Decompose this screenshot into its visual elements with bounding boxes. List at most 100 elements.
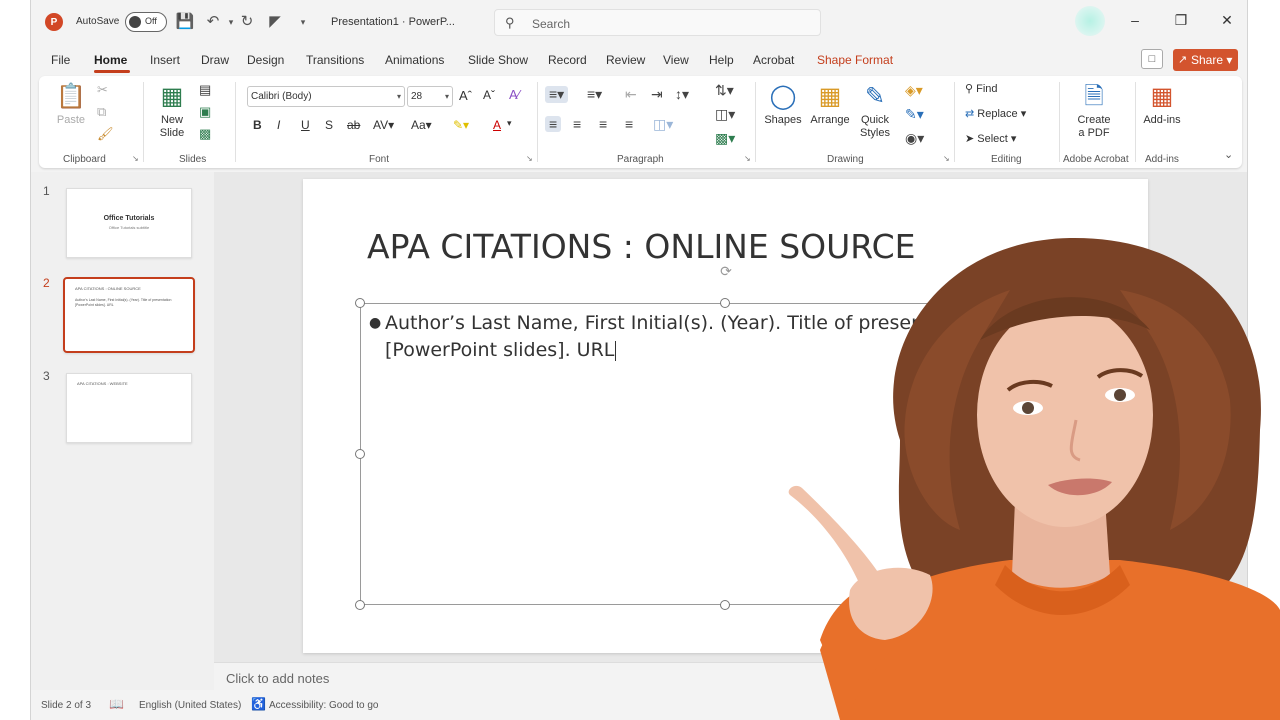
align-text-icon[interactable]: ◫▾ xyxy=(715,106,735,123)
comments-button[interactable]: □ xyxy=(1141,49,1163,69)
underline-icon[interactable]: U xyxy=(301,118,310,132)
align-right-icon[interactable]: ≡ xyxy=(599,116,607,132)
tab-review[interactable]: Review xyxy=(606,53,645,67)
resize-handle[interactable] xyxy=(355,449,365,459)
close-icon[interactable]: ✕ xyxy=(1215,12,1239,29)
paragraph-launcher-icon[interactable]: ↘ xyxy=(744,154,751,163)
replace-button[interactable]: ⇄ Replace ▾ xyxy=(965,107,1026,120)
strikethrough-icon[interactable]: ab xyxy=(347,118,360,132)
accessibility-icon[interactable]: ♿ xyxy=(251,697,266,711)
find-button[interactable]: ⚲ Find xyxy=(965,82,998,95)
arrange-button[interactable]: ▦ Arrange xyxy=(807,82,853,127)
accessibility-status[interactable]: Accessibility: Good to go xyxy=(269,700,379,711)
bold-icon[interactable]: B xyxy=(253,118,262,132)
line-spacing-icon[interactable]: ↕▾ xyxy=(675,86,689,103)
tab-transitions[interactable]: Transitions xyxy=(306,53,364,67)
numbering-icon[interactable]: ≡▾ xyxy=(587,86,602,103)
drawing-launcher-icon[interactable]: ↘ xyxy=(943,154,950,163)
slide-thumbnail-2[interactable]: APA CITATIONS : ONLINE SOURCE Author's L… xyxy=(63,277,195,353)
align-center-icon[interactable]: ≡ xyxy=(573,116,581,132)
decrease-font-icon[interactable]: Aˇ xyxy=(483,88,495,102)
reset-icon[interactable]: ▣ xyxy=(199,104,211,120)
copy-icon[interactable]: ⧉ xyxy=(97,104,106,120)
collapse-ribbon-icon[interactable]: ⌄ xyxy=(1224,148,1233,161)
decrease-indent-icon[interactable]: ⇤ xyxy=(625,86,637,103)
chevron-down-icon[interactable]: ▾ xyxy=(507,118,512,129)
shape-effects-icon[interactable]: ◉▾ xyxy=(905,130,924,147)
autosave-toggle[interactable]: Off xyxy=(125,12,167,32)
language-status[interactable]: English (United States) xyxy=(139,700,241,711)
clear-formatting-icon[interactable]: A∕ xyxy=(509,87,520,102)
layout-icon[interactable]: ▤ xyxy=(199,82,211,98)
slide-canvas[interactable]: APA CITATIONS : ONLINE SOURCE ⟳ ● Author… xyxy=(303,179,1148,653)
new-slide-button[interactable]: ▦ New Slide xyxy=(149,82,195,140)
italic-icon[interactable]: I xyxy=(277,118,280,132)
increase-indent-icon[interactable]: ⇥ xyxy=(651,86,663,103)
shape-outline-icon[interactable]: ✎▾ xyxy=(905,106,924,123)
tab-home[interactable]: Home xyxy=(94,53,127,67)
minimize-icon[interactable]: – xyxy=(1123,12,1147,28)
slide-thumbnail-1[interactable]: Office Tutorials Office Tutorials subtit… xyxy=(66,188,192,258)
tab-draw[interactable]: Draw xyxy=(201,53,229,67)
save-icon[interactable]: 💾 xyxy=(175,12,195,32)
tab-file[interactable]: File xyxy=(51,53,70,67)
tab-shape-format[interactable]: Shape Format xyxy=(817,53,893,67)
align-left-icon[interactable]: ≡ xyxy=(545,116,562,132)
columns-icon[interactable]: ◫▾ xyxy=(653,116,673,133)
resize-handle[interactable] xyxy=(720,298,730,308)
notes-view-icon[interactable]: 📖 xyxy=(109,697,124,711)
shapes-icon: ◯ xyxy=(769,83,797,110)
char-spacing-icon[interactable]: AV▾ xyxy=(373,118,394,132)
rotate-handle-icon[interactable]: ⟳ xyxy=(717,262,735,280)
create-pdf-button[interactable]: 🗎 Create a PDF xyxy=(1073,82,1115,140)
redo-icon[interactable]: ↻ xyxy=(237,12,257,32)
tab-insert[interactable]: Insert xyxy=(150,53,180,67)
tab-acrobat[interactable]: Acrobat xyxy=(753,53,794,67)
resize-handle[interactable] xyxy=(355,600,365,610)
restore-icon[interactable]: ❐ xyxy=(1169,12,1193,29)
smartart-icon[interactable]: ▩▾ xyxy=(715,130,735,147)
share-button[interactable]: ↗ Share ▾ xyxy=(1173,49,1238,71)
bullets-icon[interactable]: ≡▾ xyxy=(545,86,569,103)
ribbon-tabs: File Home Insert Draw Design Transitions… xyxy=(31,48,1247,72)
resize-handle[interactable] xyxy=(355,298,365,308)
font-color-icon[interactable]: A xyxy=(493,118,501,132)
quick-styles-button[interactable]: ✎ Quick Styles xyxy=(855,82,895,140)
paste-button[interactable]: 📋 Paste xyxy=(51,82,91,127)
customize-toolbar-icon[interactable]: ▾ xyxy=(293,12,313,32)
chevron-down-icon: ▾ xyxy=(444,92,449,101)
tab-help[interactable]: Help xyxy=(709,53,734,67)
shapes-button[interactable]: ◯ Shapes xyxy=(761,82,805,127)
tab-record[interactable]: Record xyxy=(548,53,587,67)
slide-thumbnail-3[interactable]: APA CITATIONS : WEBSITE xyxy=(66,373,192,443)
content-placeholder[interactable]: ● Author’s Last Name, First Initial(s). … xyxy=(355,298,1090,610)
tab-slide-show[interactable]: Slide Show xyxy=(468,53,528,67)
tab-view[interactable]: View xyxy=(663,53,689,67)
select-button[interactable]: ➤ Select ▾ xyxy=(965,132,1016,145)
addins-button[interactable]: ▦ Add-ins xyxy=(1139,82,1185,127)
increase-font-icon[interactable]: Aˆ xyxy=(459,88,472,103)
shadow-icon[interactable]: S xyxy=(325,118,333,132)
font-launcher-icon[interactable]: ↘ xyxy=(526,154,533,163)
tab-design[interactable]: Design xyxy=(247,53,284,67)
section-icon[interactable]: ▩ xyxy=(199,126,211,142)
format-painter-icon[interactable]: 🖌 xyxy=(97,126,114,142)
highlight-icon[interactable]: ✎▾ xyxy=(453,118,469,132)
shape-fill-icon[interactable]: ◈▾ xyxy=(905,82,923,99)
cut-icon[interactable]: ✂ xyxy=(97,82,108,98)
slide-title[interactable]: APA CITATIONS : ONLINE SOURCE xyxy=(367,227,915,266)
profile-avatar[interactable] xyxy=(1075,6,1105,36)
clipboard-launcher-icon[interactable]: ↘ xyxy=(132,154,139,163)
justify-icon[interactable]: ≡ xyxy=(625,116,633,132)
text-direction-icon[interactable]: ⇅▾ xyxy=(715,82,734,99)
undo-icon[interactable]: ↶ xyxy=(203,12,223,32)
resize-handle[interactable] xyxy=(720,600,730,610)
notes-pane[interactable]: Click to add notes xyxy=(214,662,1247,692)
font-size-select[interactable]: 28 ▾ xyxy=(407,86,453,107)
tab-animations[interactable]: Animations xyxy=(385,53,444,67)
change-case-icon[interactable]: Aa▾ xyxy=(411,118,432,132)
search-input[interactable]: ⚲ Search xyxy=(494,9,821,36)
bullet-text[interactable]: ● Author’s Last Name, First Initial(s). … xyxy=(369,310,1025,364)
font-name-select[interactable]: Calibri (Body) ▾ xyxy=(247,86,405,107)
present-icon[interactable]: ◤ xyxy=(265,12,285,32)
